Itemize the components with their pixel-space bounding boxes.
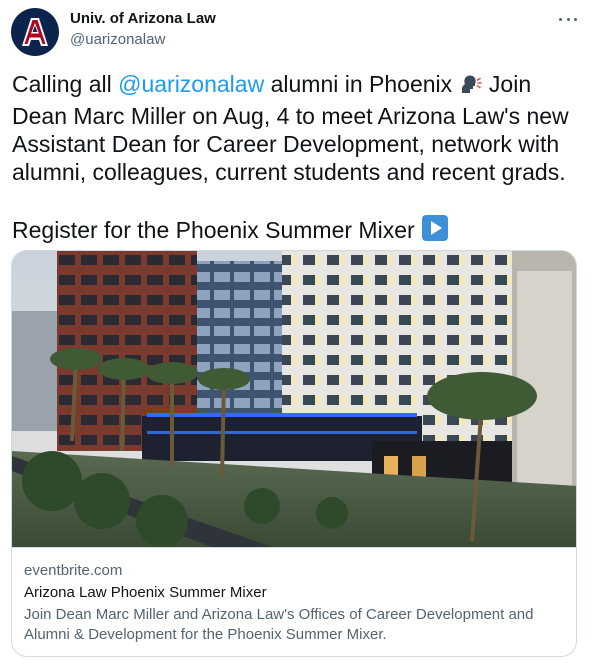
hotel-building-photo[interactable] (12, 251, 576, 547)
play-button-icon (421, 214, 449, 248)
tweet-text-part1: Calling all (12, 71, 119, 97)
avatar[interactable] (11, 8, 59, 56)
card-title: Arizona Law Phoenix Summer Mixer (24, 584, 267, 601)
card-domain: eventbrite.com (24, 562, 123, 579)
tweet-text: Calling all @uarizonalaw alumni in Phoen… (12, 70, 587, 248)
speaking-head-icon (459, 72, 483, 102)
tweet-text-part2: alumni in Phoenix (264, 71, 459, 97)
account-name[interactable]: Univ. of Arizona Law (70, 10, 216, 28)
card-description: Join Dean Marc Miller and Arizona Law's … (24, 606, 534, 643)
tweet[interactable]: Univ. of Arizona Law @uarizonalaw Callin… (0, 0, 597, 667)
link-preview-card[interactable]: eventbrite.com Arizona Law Phoenix Summe… (11, 250, 577, 657)
university-logo-icon (22, 18, 48, 46)
mention-link[interactable]: @uarizonalaw (118, 71, 264, 97)
card-meta[interactable]: eventbrite.com Arizona Law Phoenix Summe… (12, 547, 576, 656)
account-handle[interactable]: @uarizonalaw (70, 31, 165, 49)
more-options-icon[interactable] (559, 12, 577, 26)
